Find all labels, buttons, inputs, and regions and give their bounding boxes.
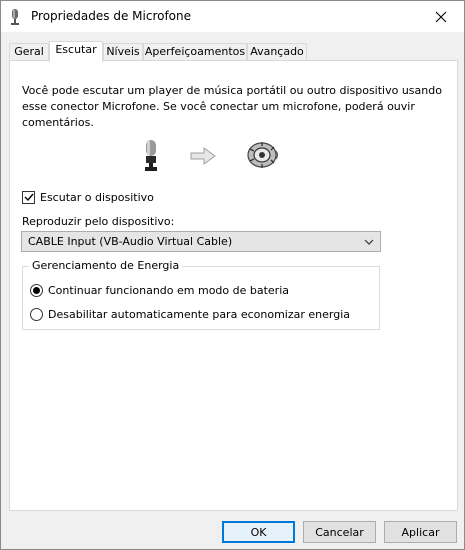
tab-niveis[interactable]: Níveis (103, 43, 143, 61)
listen-tab-panel: Você pode escutar um player de música po… (9, 60, 458, 511)
listen-checkbox[interactable] (22, 190, 35, 204)
window-title: Propriedades de Microfone (31, 9, 192, 23)
listen-checkbox-row[interactable]: Escutar o dispositivo (22, 189, 154, 205)
chevron-down-icon (364, 239, 374, 245)
tab-escutar[interactable]: Escutar (49, 41, 103, 62)
checkmark-icon (24, 193, 34, 202)
radio-label-disable[interactable]: Desabilitar automaticamente para economi… (48, 308, 350, 321)
playback-device-value: CABLE Input (VB-Audio Virtual Cable) (28, 235, 233, 248)
power-management-group: Gerenciamento de Energia Continuar funci… (22, 259, 380, 330)
close-button[interactable] (418, 1, 464, 32)
radio-selected-dot (33, 286, 40, 294)
playback-device-label: Reproduzir pelo dispositivo: (22, 215, 175, 228)
microphone-title-icon (10, 9, 20, 25)
speaker-icon (246, 141, 280, 172)
tab-geral[interactable]: Geral (9, 43, 49, 61)
radio-label-battery[interactable]: Continuar funcionando em modo de bateria (48, 284, 289, 297)
cancel-button[interactable]: Cancelar (303, 521, 376, 543)
apply-button[interactable]: Aplicar (384, 521, 457, 543)
radio-button-battery[interactable] (30, 283, 43, 297)
close-icon (435, 11, 447, 22)
playback-device-select[interactable]: CABLE Input (VB-Audio Virtual Cable) (21, 231, 381, 252)
tab-avancado[interactable]: Avançado (247, 43, 307, 61)
radio-option-battery[interactable]: Continuar funcionando em modo de bateria (30, 282, 289, 298)
title-bar[interactable]: Propriedades de Microfone (1, 1, 464, 32)
listen-description: Você pode escutar um player de música po… (22, 84, 442, 129)
microphone-icon (140, 139, 162, 176)
properties-window: Propriedades de Microfone Geral Escutar … (0, 0, 465, 550)
listen-checkbox-label[interactable]: Escutar o dispositivo (40, 191, 154, 204)
tab-aperfeicoamentos[interactable]: Aperfeiçoamentos (143, 43, 247, 61)
arrow-right-icon (190, 147, 216, 168)
radio-option-disable[interactable]: Desabilitar automaticamente para economi… (30, 306, 350, 322)
radio-button-disable[interactable] (30, 307, 43, 321)
ok-button[interactable]: OK (222, 521, 295, 543)
power-management-title: Gerenciamento de Energia (29, 259, 183, 272)
